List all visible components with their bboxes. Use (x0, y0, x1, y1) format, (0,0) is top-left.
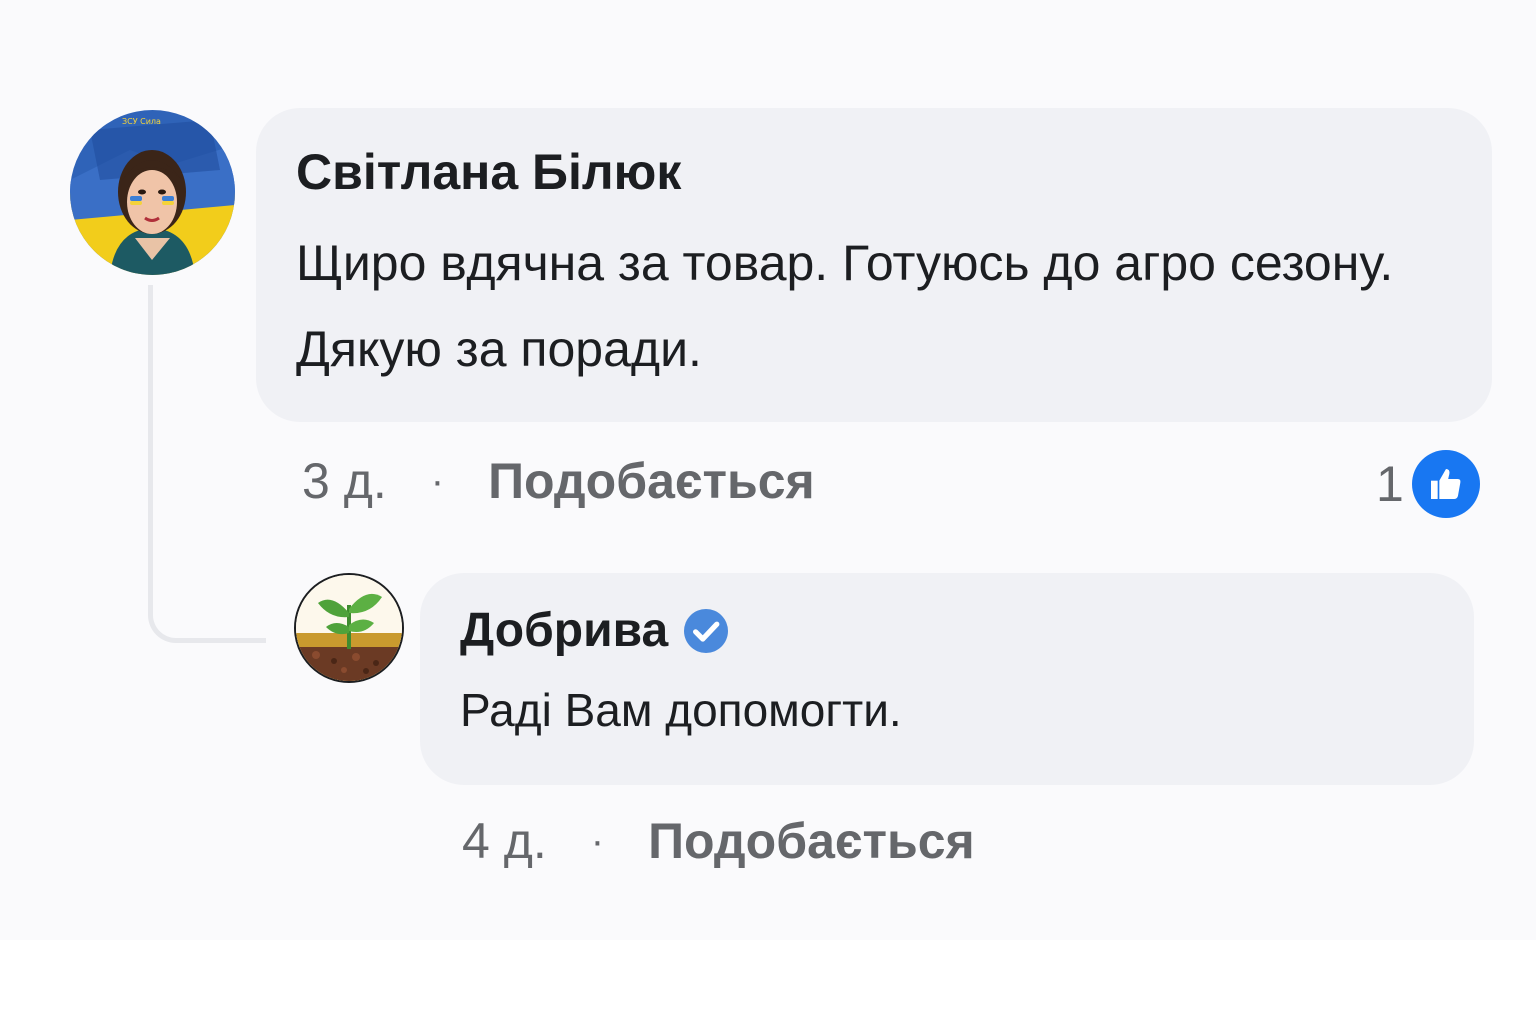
verified-badge-icon (682, 607, 730, 655)
author-name[interactable]: Добрива (460, 601, 668, 661)
reply-thread-connector (148, 285, 266, 643)
comment-meta: 3 д. · Подобається (302, 452, 815, 510)
user-photo-icon: ЗСУ Сила (70, 110, 235, 275)
avatar-dobryva[interactable] (294, 573, 404, 683)
reply-timestamp[interactable]: 4 д. (462, 812, 547, 870)
thumbs-up-icon (1411, 450, 1480, 518)
comment-timestamp[interactable]: 3 д. (302, 452, 387, 510)
avatar-banner-text: ЗСУ Сила (122, 117, 161, 126)
comment-bubble: Світлана Білюк Щиро вдячна за товар. Гот… (256, 108, 1492, 422)
avatar-svitlana[interactable]: ЗСУ Сила (70, 110, 235, 275)
reply-text: Раді Вам допомогти. (460, 684, 902, 736)
meta-separator: · (590, 818, 605, 863)
comment-author[interactable]: Світлана Білюк (296, 142, 1452, 202)
sprout-in-soil-icon (296, 575, 402, 681)
author-name[interactable]: Світлана Білюк (296, 142, 681, 202)
reply-author[interactable]: Добрива (460, 601, 1434, 661)
comment-text: Щиро вдячна за товар. Готуюсь до агро се… (296, 235, 1394, 377)
reply-bubble: Добрива Раді Вам допомогти. (420, 573, 1474, 785)
like-button[interactable]: Подобається (488, 452, 815, 510)
reaction-count: 1 (1376, 456, 1404, 512)
reply-meta: 4 д. · Подобається (462, 812, 975, 870)
comment-thread: ЗСУ Сила Світлана Білюк Щиро вдячна за т… (0, 0, 1536, 940)
like-button[interactable]: Подобається (648, 812, 975, 870)
meta-separator: · (430, 458, 445, 503)
reaction-summary[interactable]: 1 (1376, 450, 1480, 518)
